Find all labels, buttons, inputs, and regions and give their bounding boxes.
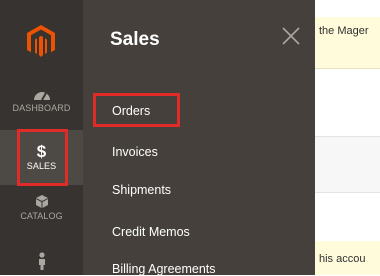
notice-text: his accou [319,253,366,265]
sidebar-item-label: CATALOG [20,211,63,221]
content-panel [315,136,380,193]
panel-title: Sales [110,29,160,50]
notice-message: his accou [315,241,380,275]
submenu-item-invoices[interactable]: Invoices [112,145,158,159]
submenu-item-billing-agreements[interactable]: Billing Agreements [112,262,216,276]
person-icon [38,252,45,270]
close-icon[interactable] [280,25,302,47]
speedometer-icon [33,92,50,101]
submenu-item-shipments[interactable]: Shipments [112,183,171,197]
sales-submenu-panel: Sales Orders Invoices Shipments Credit M… [83,0,315,276]
sidebar-item-catalog[interactable]: CATALOG [0,194,83,234]
submenu-item-credit-memos[interactable]: Credit Memos [112,225,190,239]
magento-logo-icon[interactable] [26,24,56,58]
sidebar-item-customers[interactable] [0,252,83,275]
notice-message: the Mager [315,17,380,69]
notice-text: the Mager [319,25,369,37]
cube-icon [35,195,48,208]
sidebar-item-dashboard[interactable]: DASHBOARD [0,88,83,128]
sidebar-item-label: DASHBOARD [12,103,71,113]
orders-highlight-box [93,93,180,127]
sales-highlight-box [17,129,68,186]
